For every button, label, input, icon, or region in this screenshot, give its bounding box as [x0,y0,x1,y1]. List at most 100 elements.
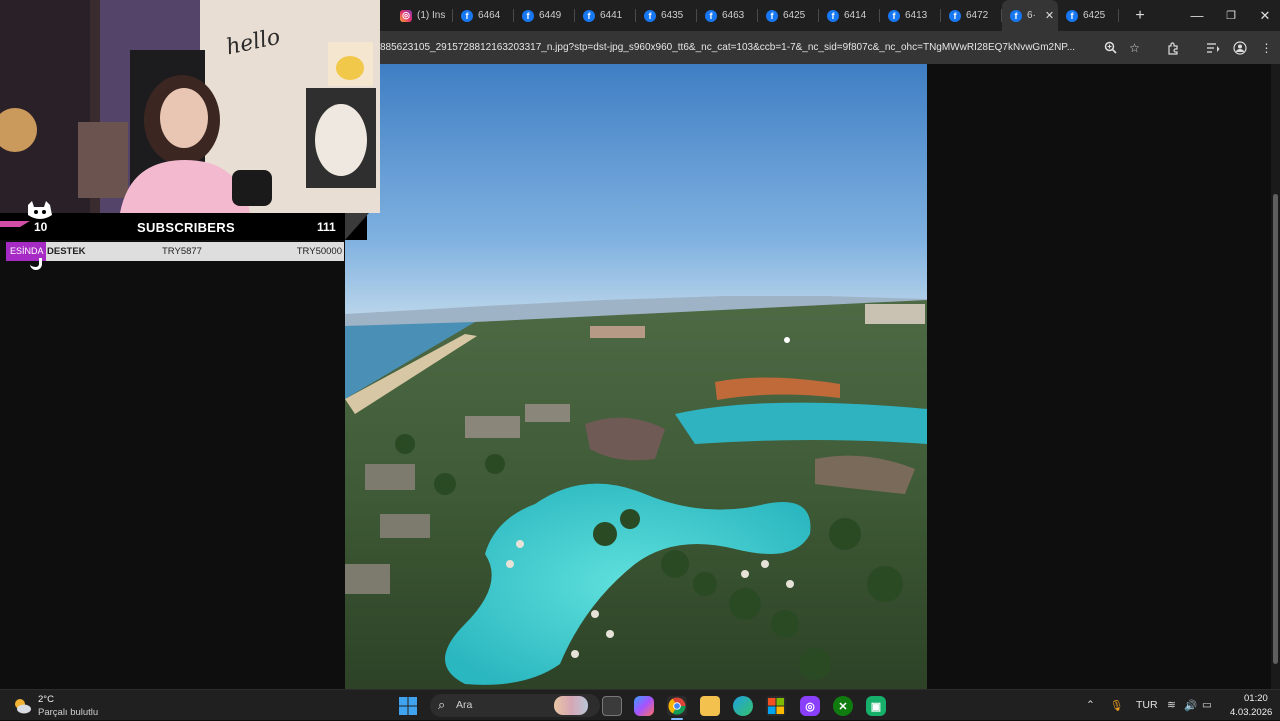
tab[interactable]: f 6472 [941,0,1002,31]
tab-label: 6414 [844,10,867,21]
tab[interactable]: f 6414 [819,0,880,31]
url-field[interactable]: 885623105_2915728812163203317_n.jpg?stp=… [380,31,1095,64]
subscriber-goal-title: SUBSCRIBERS [137,220,235,235]
upper-pool [675,402,927,444]
tab-label: 6413 [905,10,928,21]
facebook-icon: f [644,9,656,22]
input-language[interactable]: TUR [1136,699,1158,711]
bar-end-cap [345,213,369,240]
taskbar-search[interactable]: ⌕ Ara [430,694,600,717]
taskbar: 2°C Parçalı bulutlu ⌕ Ara ◎ ✕ ▣ ⌃ 🎙 TUR … [0,689,1280,720]
resort-aerial-photo[interactable] [345,64,927,689]
tab[interactable]: f 6441 [575,0,636,31]
browser-tab-strip: ◎ (1) Ins f 6464 f 6449 f 6441 f 6435 f 6463 f 6425 f 6… [380,0,1280,31]
villa [380,514,430,538]
cat-mascot-icon [0,201,52,227]
donation-current: TRY5877 [162,246,202,257]
task-view-icon[interactable] [602,696,622,716]
facebook-icon: f [705,9,717,22]
donation-goal-bar: ESİNDA DESTEK TRY5877 TRY50000 [6,242,344,261]
clock-date[interactable]: 4.03.2026 [1230,707,1272,718]
microsoft-store-icon[interactable] [766,696,786,716]
partly-cloudy-icon[interactable] [12,696,32,716]
weather-temperature[interactable]: 2°C [38,694,54,705]
tab-label: 6441 [600,10,623,21]
facebook-icon: f [583,9,595,22]
tab[interactable]: ◎ (1) Ins [392,0,453,31]
tab-label: 6472 [966,10,989,21]
sky [345,64,927,314]
weather-description[interactable]: Parçalı bulutlu [38,707,98,718]
search-icon: ⌕ [438,697,446,712]
donation-goal-name: DESTEK [47,246,86,257]
tray-overflow-icon[interactable]: ⌃ [1086,699,1095,711]
villa [525,404,570,422]
minimize-button[interactable]: — [1180,0,1214,31]
facebook-icon: f [888,9,900,22]
duck [336,56,364,80]
profile-icon[interactable] [1231,39,1248,56]
tab-active[interactable]: f 6· ✕ [1002,0,1058,31]
subscriber-count-current: 10 [34,220,48,234]
tab[interactable]: f 6425 [1058,0,1119,31]
tab-label: (1) Ins [417,10,446,21]
restore-button[interactable]: ❐ [1214,0,1248,31]
facebook-icon: f [766,9,778,22]
tab-label: 6463 [722,10,745,21]
face [160,88,208,148]
tab-list: ◎ (1) Ins f 6464 f 6449 f 6441 f 6435 f 6463 f 6425 f 6… [380,0,1119,31]
cat [315,104,367,176]
facebook-icon: f [949,9,961,22]
donation-goal: TRY50000 [296,246,342,257]
shelf [0,0,90,213]
menu-kebab-icon[interactable]: ⋮ [1258,39,1275,56]
bookmark-star-icon[interactable]: ☆ [1126,39,1143,56]
microphone-icon[interactable]: 🎙 [1110,699,1123,712]
tab[interactable]: f 6425 [758,0,819,31]
new-tab-button[interactable]: + [1125,7,1155,25]
xbox-icon[interactable]: ✕ [833,696,853,716]
battery-icon[interactable]: ▭ [1202,699,1212,711]
copilot-icon[interactable] [634,696,654,716]
tab-label: 6464 [478,10,501,21]
building [590,326,645,338]
tab[interactable]: f 6435 [636,0,697,31]
tab[interactable]: f 6449 [514,0,575,31]
extensions-icon[interactable] [1164,39,1181,56]
streaming-app-icon[interactable]: ◎ [800,696,820,716]
wifi-icon[interactable]: ≋ [1167,699,1176,711]
search-highlight-image [554,696,588,715]
microphone [232,170,272,206]
close-tab-icon[interactable]: ✕ [1045,9,1054,22]
hotel-building [865,304,925,324]
tab[interactable]: f 6464 [453,0,514,31]
portrait-painting [78,122,128,198]
facebook-icon: f [1010,9,1022,22]
facebook-icon: f [827,9,839,22]
file-explorer-icon[interactable] [700,696,720,716]
tab[interactable]: f 6463 [697,0,758,31]
tab-label: 6425 [783,10,806,21]
address-bar: 885623105_2915728812163203317_n.jpg?stp=… [380,31,1280,64]
media-queue-icon[interactable] [1204,39,1221,56]
kick-app-icon[interactable]: ▣ [866,696,886,716]
subscriber-goal-bar: 10 SUBSCRIBERS 111 [0,201,369,240]
edge-icon[interactable] [733,696,753,716]
tab-label: 6435 [661,10,684,21]
scrollbar[interactable] [1271,64,1280,689]
subscriber-count-goal: 111 [317,220,336,234]
search-placeholder: Ara [456,699,473,711]
mouse-cursor [784,337,790,343]
clock-time[interactable]: 01:20 [1244,693,1268,704]
facebook-icon: f [461,9,473,22]
zoom-icon[interactable] [1102,39,1119,56]
volume-icon[interactable]: 🔊 [1184,699,1197,712]
close-window-button[interactable]: ✕ [1248,0,1280,31]
tab[interactable]: f 6413 [880,0,941,31]
tab-label: 6449 [539,10,562,21]
scrollbar-thumb[interactable] [1273,194,1278,664]
facebook-icon: f [1066,9,1078,22]
chrome-icon[interactable] [667,696,687,716]
windows-start-icon[interactable] [398,696,418,716]
villa [365,464,415,490]
